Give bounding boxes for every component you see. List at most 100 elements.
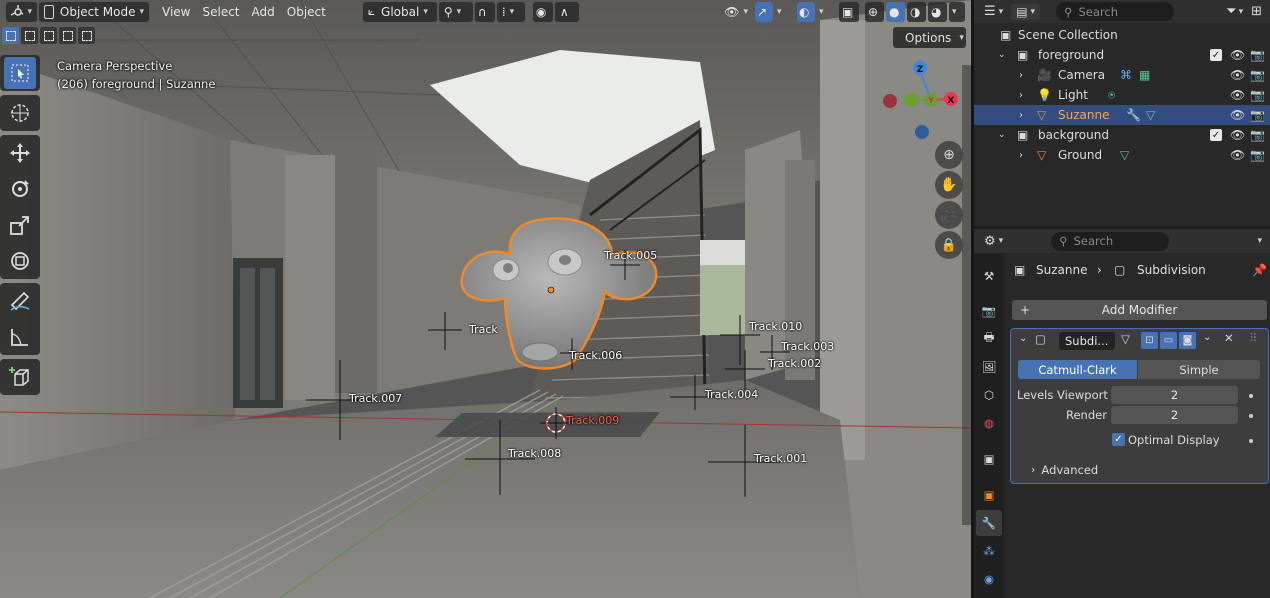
tool-add-cube[interactable] [0,359,40,395]
lock-camera-button[interactable]: 🔒 [935,231,963,259]
pin-icon[interactable]: 📌 [1252,263,1267,277]
object-visibility-dropdown[interactable]: 👁 ▾ [719,2,753,22]
new-collection-button[interactable]: ⊞ [1251,4,1262,19]
tab-world[interactable]: ◍ [976,410,1002,436]
optimal-display-checkbox[interactable]: ✓ [1112,433,1125,446]
expand-arrow-icon[interactable]: ⌄ [998,50,1006,60]
gizmo-toggle[interactable]: ↗ [755,1,773,22]
tab-scene[interactable]: ⬡ [976,382,1002,408]
zoom-button[interactable]: ⊕ [935,141,963,169]
snap-toggle[interactable]: ∩ [474,1,495,22]
axis-neg-x-handle[interactable] [883,94,897,108]
advanced-subpanel-header[interactable]: › Advanced [1031,463,1098,477]
simple-option[interactable]: Simple [1138,360,1260,379]
tab-tool[interactable]: ⚒ [976,263,1002,289]
keyframe-dot-icon[interactable] [1249,439,1253,443]
render-levels-field[interactable]: 2 [1111,406,1238,424]
pivot-point-dropdown[interactable]: ⚲ ▾ [438,1,473,22]
modifier-dropdown-icon[interactable]: ⌄ [1203,332,1211,343]
overlays-dropdown[interactable]: ▾ [817,2,831,22]
select-subtract-button[interactable] [40,27,57,44]
add-modifier-button[interactable]: + Add Modifier [1012,300,1267,320]
eye-icon[interactable]: 👁 [1230,88,1245,102]
outliner-item-foreground[interactable]: ⌄ ▣ foreground ✓ 👁 📷 [974,45,1270,65]
tab-collection[interactable]: ▣ [976,446,1002,472]
camera-view-button[interactable]: 🎥 [935,201,963,229]
tab-output[interactable]: 🖶 [976,326,1002,352]
properties-search-input[interactable]: ⚲ Search [1051,231,1170,251]
close-icon[interactable]: ✕ [1224,331,1234,345]
outliner-item-background[interactable]: ⌄ ▣ background ✓ 👁 📷 [974,125,1270,145]
collapse-arrow-icon[interactable]: ⌄ [1019,333,1027,344]
proportional-edit-toggle[interactable]: ◉ [532,1,553,22]
tool-measure[interactable] [0,319,40,355]
expand-arrow-icon[interactable]: › [1019,90,1023,101]
outliner-item-camera[interactable]: › 🎥 Camera ⌘ ▦ 👁 📷 [974,65,1270,85]
gizmo-dropdown[interactable]: ▾ [775,2,789,22]
render-camera-icon[interactable]: 📷 [1250,128,1265,142]
transform-orientation-dropdown[interactable]: ⟀ Global ▾ [362,1,437,22]
tool-cursor[interactable] [0,95,40,131]
tab-object[interactable]: ▣ [976,482,1002,508]
render-camera-icon[interactable]: 📷 [1250,148,1265,162]
catmull-clark-option[interactable]: Catmull-Clark [1018,360,1137,379]
options-dropdown[interactable]: Options ▾ [893,27,966,48]
render-camera-icon[interactable]: 📷 [1250,68,1265,82]
tool-rotate[interactable] [0,171,40,207]
outliner-search-input[interactable]: ⚲ Search [1056,2,1175,21]
select-invert-button[interactable] [59,27,76,44]
select-intersect-button[interactable] [78,27,95,44]
eye-icon[interactable]: 👁 [1230,128,1245,142]
shading-solid[interactable]: ● [886,1,905,22]
navigation-gizmo[interactable]: Z Y X [880,58,966,144]
tab-particles[interactable]: ⁂ [976,538,1002,564]
expand-arrow-icon[interactable]: › [1019,110,1023,121]
select-extend-button[interactable] [21,27,38,44]
menu-select[interactable]: Select [197,2,244,22]
viewport-display-toggle[interactable]: ▭ [1160,332,1177,349]
mode-dropdown[interactable]: Object Mode ▾ [39,1,149,22]
shading-wireframe[interactable]: ⊕ [865,1,884,22]
outliner-item-light[interactable]: › 💡 Light ⍟ 👁 📷 [974,85,1270,105]
editor-type-button[interactable]: ▾ [6,1,37,22]
display-mode-dropdown[interactable]: ▤ ▾ [1011,3,1041,20]
render-toggle[interactable]: ◙ [1179,332,1196,349]
modifier-name-field[interactable]: Subdi... [1059,332,1115,350]
axis-y-handle[interactable] [904,93,918,107]
keyframe-dot-icon[interactable] [1249,414,1253,418]
eye-icon[interactable]: 👁 [1230,108,1245,122]
render-camera-icon[interactable]: 📷 [1250,108,1265,122]
eye-icon[interactable]: 👁 [1230,48,1245,62]
eye-icon[interactable]: 👁 [1230,148,1245,162]
eye-icon[interactable]: 👁 [1230,68,1245,82]
keyframe-dot-icon[interactable] [1249,394,1253,398]
tool-transform[interactable] [0,243,40,279]
edit-cage-toggle[interactable]: ⊡ [1141,332,1158,349]
tab-render[interactable]: 📷 [976,298,1002,324]
tab-physics[interactable]: ◉ [976,566,1002,592]
tool-select-box[interactable] [0,55,40,91]
render-camera-icon[interactable]: 📷 [1250,48,1265,62]
tool-scale[interactable] [0,207,40,243]
menu-add[interactable]: Add [247,2,280,22]
drag-handle-icon[interactable]: ⠿ [1249,331,1257,345]
exclude-checkbox[interactable]: ✓ [1210,129,1222,141]
snap-target-dropdown[interactable]: ⁞ ▾ [496,1,525,22]
levels-viewport-field[interactable]: 2 [1111,386,1238,404]
shading-dropdown[interactable]: ▾ [949,1,965,22]
tab-view-layer[interactable]: 🖼 [976,354,1002,380]
outliner-editor-type-button[interactable]: ☰ ▾ [984,4,1003,19]
pan-button[interactable]: ✋ [935,171,963,199]
overlays-toggle[interactable]: ◐ [797,1,815,22]
axis-neg-z-handle[interactable] [915,125,929,139]
xray-toggle[interactable]: ▣ [839,1,859,22]
select-set-new-button[interactable] [2,27,19,44]
edit-mode-toggle-icon[interactable]: ▽ [1121,332,1130,346]
tab-modifiers[interactable]: 🔧 [976,510,1002,536]
outliner-scene-collection[interactable]: ▣ Scene Collection [974,25,1270,45]
proportional-falloff-dropdown[interactable]: ∧ [554,1,579,22]
shading-rendered[interactable]: ◕ [928,1,947,22]
render-camera-icon[interactable]: 📷 [1250,88,1265,102]
3d-viewport[interactable]: ▾ Object Mode ▾ View Select Add Object ⟀… [0,0,971,598]
shading-material[interactable]: ◑ [907,1,926,22]
